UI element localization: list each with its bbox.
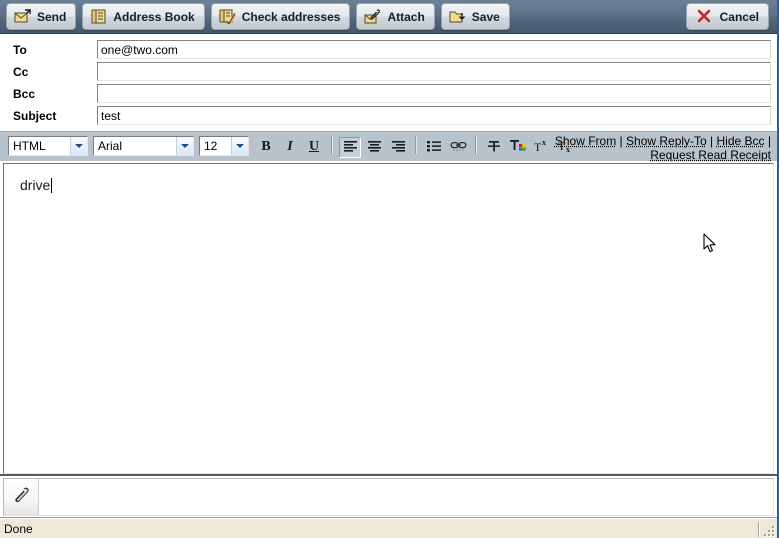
paperclip-icon [12,486,30,509]
bulleted-list-button[interactable] [423,137,445,158]
italic-button[interactable]: I [279,137,301,158]
save-folder-icon [449,9,466,24]
resize-grip[interactable] [759,522,775,537]
address-book-button-label: Address Book [113,9,195,24]
check-addresses-icon [219,9,236,24]
header-links-line-1: Show From | Show Reply-To | Hide Bcc | [555,134,771,148]
insert-link-button[interactable] [447,137,469,158]
to-label: To [13,42,27,57]
send-mail-icon [14,9,31,24]
attachment-panel [0,474,777,518]
to-input[interactable] [97,40,771,59]
check-addresses-button[interactable]: Check addresses [210,3,351,30]
svg-text:x: x [542,139,546,147]
insert-group [422,136,470,158]
strikethrough-icon [487,139,501,156]
message-body-text: drive [20,177,51,193]
editor-toolbar: HTML Arial 12 B I U T x T x Show From | … [0,131,777,162]
subject-field-row: Subject [6,105,771,126]
svg-text:T: T [534,140,542,153]
subject-label: Subject [13,108,57,123]
toolbar-separator [415,136,417,154]
bold-button[interactable]: B [255,137,277,158]
align-left-button[interactable] [339,136,361,158]
bcc-label: Bcc [13,86,36,101]
text-color-icon [510,139,526,156]
address-book-icon [90,9,107,24]
attach-button[interactable]: Attach [356,3,435,30]
to-field-row: To [6,39,771,60]
chevron-down-icon [231,137,248,155]
send-button-label: Send [37,9,67,24]
send-button[interactable]: Send [6,3,77,30]
format-select-value: HTML [13,139,46,153]
align-right-button[interactable] [387,137,409,158]
status-text: Done [4,521,33,536]
font-family-select-value: Arial [98,139,123,153]
font-size-select-value: 12 [204,139,218,153]
save-button-label: Save [471,9,500,24]
underline-button[interactable]: U [303,137,325,158]
cc-input[interactable] [97,62,771,81]
text-caret [51,178,53,193]
toolbar-separator [331,136,333,154]
superscript-button[interactable]: T x [531,137,553,158]
text-style-group: B I U [254,136,326,158]
status-bar: Done [0,518,777,538]
cc-label: Cc [13,64,29,79]
chain-link-icon [450,140,467,155]
font-family-select[interactable]: Arial [93,136,194,156]
hide-bcc-link[interactable]: Hide Bcc [717,134,765,148]
link-separator: | [706,134,717,148]
check-addresses-button-label: Check addresses [241,9,341,24]
font-size-select[interactable]: 12 [199,136,249,156]
attachment-tab-button[interactable] [4,479,39,515]
link-separator: | [616,134,627,148]
align-center-icon [367,140,382,155]
request-read-receipt-link[interactable]: Request Read Receipt [650,148,771,162]
align-right-icon [391,140,406,155]
bcc-input[interactable] [97,84,771,103]
show-reply-to-link[interactable]: Show Reply-To [626,134,707,148]
bcc-field-row: Bcc [6,83,771,104]
subject-input[interactable] [97,106,771,125]
link-separator: | [764,134,771,148]
cc-field-row: Cc [6,61,771,82]
toolbar-separator [475,136,477,154]
text-color-button[interactable] [507,137,529,158]
compose-window: Send Address Book Check addresses Attach… [0,0,779,538]
show-from-link[interactable]: Show From [555,134,616,148]
message-body-editor[interactable]: drive [3,163,774,474]
message-body-area: drive [0,162,777,474]
strikethrough-button[interactable] [483,137,505,158]
chevron-down-icon [176,137,193,155]
align-center-button[interactable] [363,137,385,158]
recipient-fields: To Cc Bcc Subject [0,34,777,131]
format-select[interactable]: HTML [8,136,88,156]
save-button[interactable]: Save [440,3,510,30]
address-book-button[interactable]: Address Book [82,3,205,30]
header-links-line-2: Request Read Receipt [555,148,771,162]
bulleted-list-icon [427,140,441,155]
superscript-icon: T x [534,138,550,156]
cancel-button-label: Cancel [719,9,759,24]
paperclip-icon [364,9,381,24]
header-options-links: Show From | Show Reply-To | Hide Bcc | R… [555,134,771,162]
align-left-icon [343,140,358,155]
attachment-list [3,478,774,516]
cancel-button[interactable]: Cancel [685,3,769,30]
main-toolbar: Send Address Book Check addresses Attach… [0,0,777,34]
close-x-icon [697,9,714,24]
chevron-down-icon [70,137,87,155]
alignment-group [338,136,410,158]
attach-button-label: Attach [387,9,425,24]
